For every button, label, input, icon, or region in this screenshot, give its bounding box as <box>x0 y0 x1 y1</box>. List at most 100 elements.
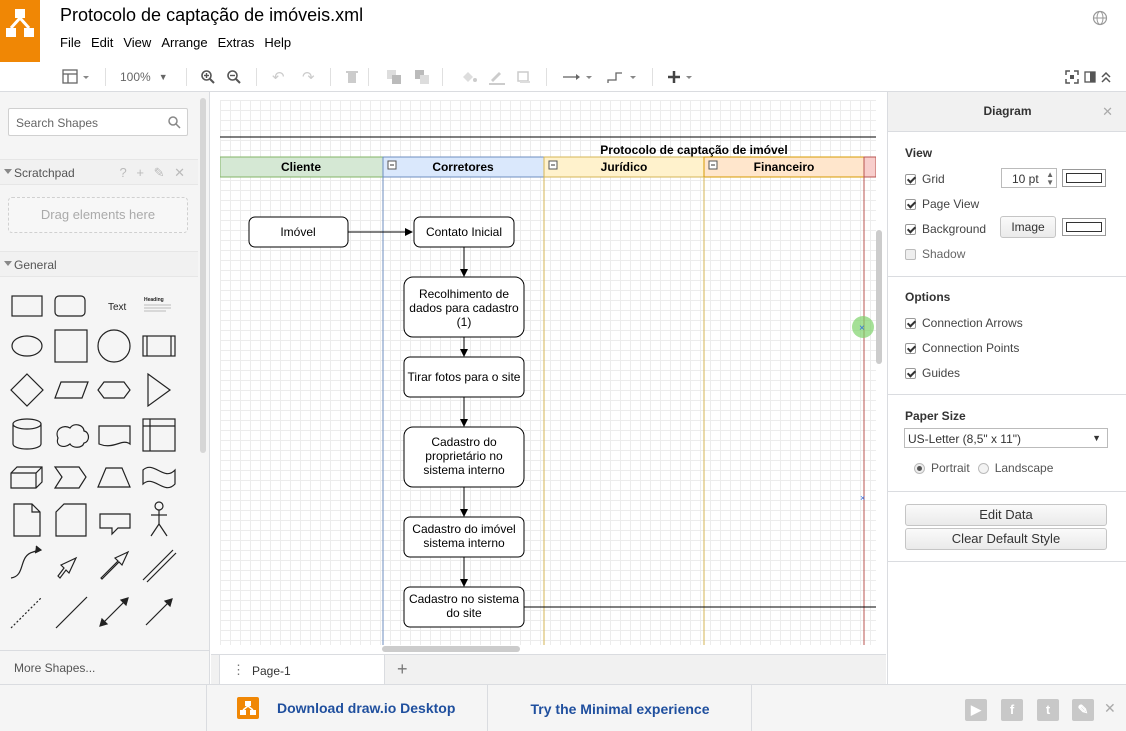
search-shapes-field[interactable]: Search Shapes <box>8 108 188 136</box>
zoom-in-button[interactable] <box>200 67 216 87</box>
shape-process[interactable] <box>142 335 176 357</box>
clear-default-style-button[interactable]: Clear Default Style <box>905 528 1107 550</box>
grid-size-input[interactable]: 10 pt ▲ ▼ <box>1001 168 1057 188</box>
grid-checkbox[interactable] <box>905 173 916 185</box>
delete-button[interactable] <box>345 67 359 87</box>
node-cadastro-imovel[interactable]: Cadastro do imóvel sistema interno <box>403 516 525 558</box>
minimal-experience-banner[interactable]: Try the Minimal experience <box>488 685 752 731</box>
node-imovel[interactable]: Imóvel <box>248 216 349 248</box>
node-cadastro-site[interactable]: Cadastro no sistema do site <box>403 586 525 628</box>
twitter-icon[interactable]: t <box>1037 699 1059 721</box>
shape-ellipse[interactable] <box>11 335 43 357</box>
scratchpad-drop-area[interactable]: Drag elements here <box>8 197 188 233</box>
background-image-button[interactable]: Image <box>1000 216 1056 238</box>
page-view-checkbox[interactable] <box>905 198 916 210</box>
grid-checkbox-row[interactable]: Grid <box>905 172 945 186</box>
more-shapes-button[interactable]: More Shapes... <box>0 650 209 684</box>
landscape-radio[interactable] <box>977 462 989 474</box>
shape-directional-connector[interactable] <box>145 600 171 626</box>
canvas-vertical-scrollbar[interactable] <box>876 230 882 364</box>
shape-bidirectional-arrow[interactable] <box>57 556 78 579</box>
shape-step[interactable] <box>53 466 87 489</box>
zoom-dropdown[interactable]: 100% ▼ <box>120 67 168 87</box>
connection-arrows-row[interactable]: Connection Arrows <box>905 316 1023 330</box>
download-desktop-banner[interactable]: Download draw.io Desktop <box>206 685 488 731</box>
add-page-icon[interactable]: + <box>397 659 408 680</box>
shape-square[interactable] <box>54 329 88 363</box>
fill-color-button[interactable] <box>460 67 478 87</box>
shape-document[interactable] <box>98 425 131 447</box>
file-title[interactable]: Protocolo de captação de imóveis.xml <box>60 5 363 26</box>
page-view-checkbox-row[interactable]: Page View <box>905 197 979 211</box>
shape-bidirectional-connector[interactable] <box>101 599 127 625</box>
connection-points-row[interactable]: Connection Points <box>905 341 1019 355</box>
shape-cube[interactable] <box>10 466 43 489</box>
sidebar-scrollbar[interactable] <box>200 98 206 453</box>
shape-circle[interactable] <box>97 329 131 363</box>
download-desktop-link[interactable]: Download draw.io Desktop <box>277 700 455 716</box>
shape-diamond[interactable] <box>10 373 44 407</box>
diagram-tab[interactable]: Diagram ✕ <box>888 92 1126 132</box>
background-color-swatch[interactable] <box>1062 218 1106 236</box>
scratchpad-tools[interactable]: ? + ✎ ✕ <box>120 165 188 181</box>
shape-link[interactable] <box>146 552 177 583</box>
guides-row[interactable]: Guides <box>905 366 960 380</box>
menu-help[interactable]: Help <box>264 35 291 50</box>
background-checkbox[interactable] <box>905 223 916 235</box>
zoom-out-button[interactable] <box>226 67 242 87</box>
fullscreen-button[interactable] <box>1065 67 1079 87</box>
menu-arrange[interactable]: Arrange <box>161 35 207 50</box>
line-color-button[interactable] <box>488 67 506 87</box>
diagram-canvas-area[interactable]: Protocolo de captação de imóvel Cliente … <box>211 92 886 654</box>
paper-size-select[interactable]: US-Letter (8,5" x 11") ▼ <box>904 428 1108 448</box>
shape-text[interactable]: Text <box>108 302 127 313</box>
search-icon[interactable] <box>167 115 181 129</box>
drawio-logo[interactable] <box>0 0 40 62</box>
menu-extras[interactable]: Extras <box>218 35 255 50</box>
shape-actor[interactable] <box>150 522 168 537</box>
shadow-checkbox[interactable] <box>905 248 916 260</box>
shape-tape[interactable] <box>142 466 176 489</box>
feedback-icon[interactable]: ✎ <box>1072 699 1094 721</box>
redo-button[interactable]: ↷ <box>302 67 315 87</box>
shape-hexagon[interactable] <box>97 381 131 399</box>
shape-parallelogram[interactable] <box>54 381 89 399</box>
diagram-canvas[interactable]: Protocolo de captação de imóvel Cliente … <box>219 100 877 645</box>
node-contato-inicial[interactable]: Contato Inicial <box>413 216 515 248</box>
shadow-button[interactable] <box>516 67 532 87</box>
page-tab[interactable]: ⋮ Page-1 <box>219 655 385 685</box>
canvas-horizontal-scrollbar[interactable] <box>382 646 520 652</box>
close-icon[interactable]: ✕ <box>1104 700 1116 717</box>
format-panel-toggle[interactable] <box>62 67 92 87</box>
minimal-experience-link[interactable]: Try the Minimal experience <box>488 701 752 717</box>
shape-card[interactable] <box>55 503 87 537</box>
close-icon[interactable]: ✕ <box>1102 104 1113 120</box>
shape-cloud[interactable] <box>56 424 90 448</box>
spinner-icon[interactable]: ▲ ▼ <box>1046 171 1054 187</box>
menu-view[interactable]: View <box>123 35 151 50</box>
shape-note[interactable] <box>13 503 41 537</box>
shape-arrow[interactable] <box>100 550 130 580</box>
shape-triangle[interactable] <box>147 372 172 408</box>
menu-edit[interactable]: Edit <box>91 35 113 50</box>
edit-data-button[interactable]: Edit Data <box>905 504 1107 526</box>
connection-arrows-checkbox[interactable] <box>905 317 916 329</box>
shape-trapezoid[interactable] <box>97 467 131 488</box>
shadow-checkbox-row[interactable]: Shadow <box>905 247 965 261</box>
scratchpad-header[interactable]: Scratchpad ? + ✎ ✕ <box>0 159 198 185</box>
node-cadastro-proprietario[interactable]: Cadastro do proprietário no sistema inte… <box>403 426 525 488</box>
shape-line[interactable] <box>55 596 88 629</box>
shape-callout[interactable] <box>99 513 131 536</box>
to-front-button[interactable] <box>386 67 402 87</box>
waypoints-dropdown[interactable] <box>606 67 640 87</box>
pool-title[interactable]: Protocolo de captação de imóvel <box>600 143 787 157</box>
collapse-toolbar-button[interactable] <box>1100 67 1112 87</box>
facebook-icon[interactable]: f <box>1001 699 1023 721</box>
connection-style-dropdown[interactable] <box>562 67 594 87</box>
portrait-radio[interactable] <box>914 462 925 474</box>
shape-rounded-rectangle[interactable] <box>54 295 86 317</box>
to-back-button[interactable] <box>414 67 430 87</box>
background-checkbox-row[interactable]: Background <box>905 222 986 236</box>
format-toggle-button[interactable] <box>1084 67 1096 87</box>
node-tirar-fotos[interactable]: Tirar fotos para o site <box>403 356 525 398</box>
